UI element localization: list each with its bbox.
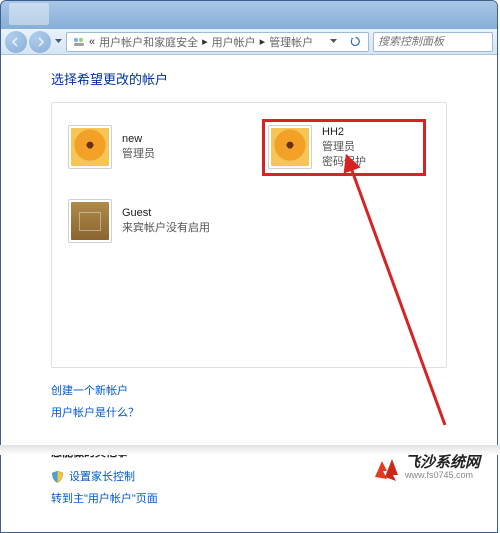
window-title-bar [1,1,497,29]
account-role: 管理员 [322,140,366,155]
arrow-left-icon [11,37,21,47]
link-goto-main-accounts[interactable]: 转到主"用户帐户"页面 [51,490,447,506]
watermark: 飞沙系统网 www.fs0745.com [373,455,480,481]
panel-links: 创建一个新帐户 用户帐户是什么？ [51,382,447,420]
account-card-new[interactable]: new 管理员 [64,121,224,173]
refresh-icon [350,36,361,47]
page-heading: 选择希望更改的帐户 [51,69,447,88]
link-create-account[interactable]: 创建一个新帐户 [51,382,447,398]
account-name: HH2 [322,125,366,140]
chevron-down-icon [330,39,337,44]
search-input[interactable] [378,36,498,48]
account-role: 管理员 [122,147,155,162]
link-what-is-account[interactable]: 用户帐户是什么？ [51,404,447,420]
account-password-status: 密码保护 [322,155,366,170]
account-card-hh2[interactable]: HH2 管理员 密码保护 [264,121,424,174]
search-box[interactable] [373,32,493,52]
watermark-logo-icon [373,455,399,481]
account-card-guest[interactable]: Guest 来宾帐户没有启用 [64,195,224,247]
control-panel-icon [72,35,86,49]
refresh-button[interactable] [344,36,366,47]
address-bar[interactable]: « 用户帐户和家庭安全 ▸ 用户帐户 ▸ 管理帐户 [66,32,369,52]
watermark-title: 飞沙系统网 [405,455,480,472]
shield-icon [51,470,64,483]
account-name: Guest [122,206,210,221]
accounts-panel: new 管理员 Guest 来宾帐户没有启用 HH2 [51,102,447,368]
account-status: 来宾帐户没有启用 [122,221,210,236]
address-dropdown[interactable] [322,39,344,44]
arrow-right-icon [35,37,45,47]
account-name: new [122,132,155,147]
avatar [268,125,312,169]
title-placeholder [9,3,49,25]
avatar [68,125,112,169]
breadcrumb-part-3[interactable]: 管理帐户 [265,34,317,50]
navigation-toolbar: « 用户帐户和家庭安全 ▸ 用户帐户 ▸ 管理帐户 [1,29,497,55]
forward-button[interactable] [29,31,51,53]
breadcrumb-part-2[interactable]: 用户帐户 [208,34,260,50]
watermark-url: www.fs0745.com [405,471,480,481]
avatar [68,199,112,243]
link-label: 设置家长控制 [69,468,135,484]
nav-history-dropdown[interactable] [53,31,63,53]
breadcrumb-part-1[interactable]: 用户帐户和家庭安全 [95,34,202,50]
link-label: 转到主"用户帐户"页面 [51,490,158,506]
chevron-down-icon [55,39,62,44]
back-button[interactable] [5,31,27,53]
